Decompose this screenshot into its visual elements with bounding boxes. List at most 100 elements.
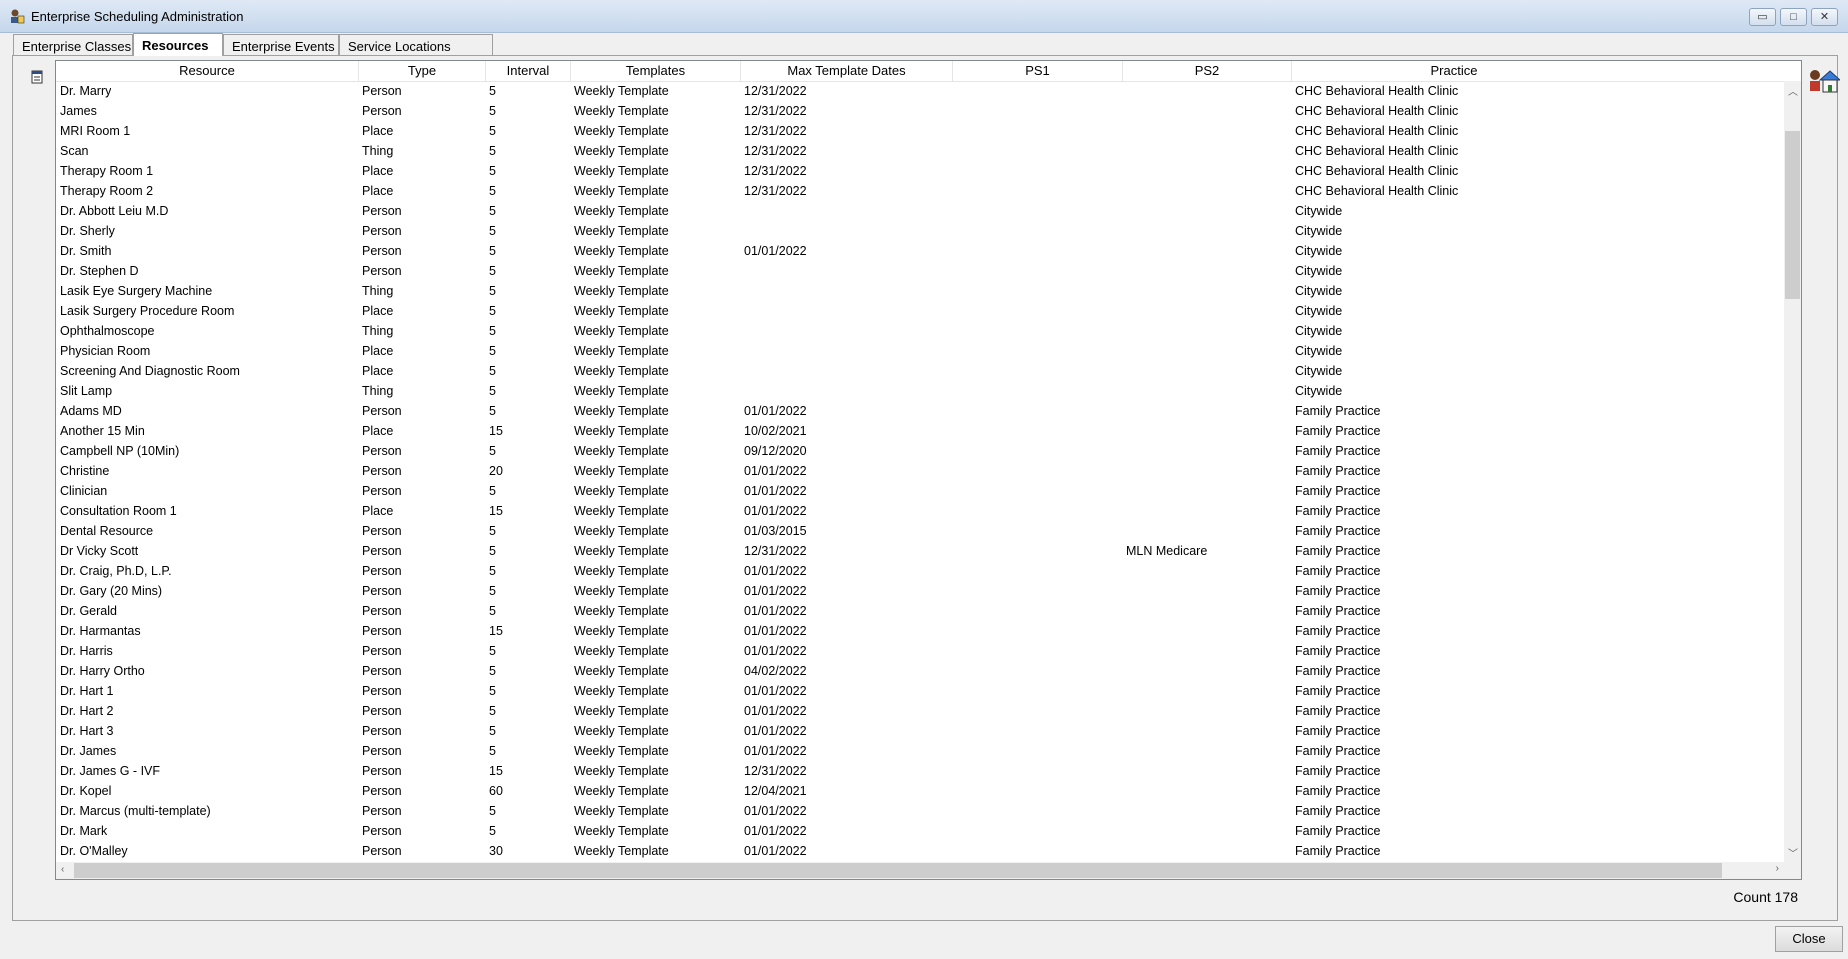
resources-grid[interactable]: Resource Type Interval Templates Max Tem… — [55, 60, 1802, 880]
table-row[interactable]: Dr. Marry Person 5 Weekly Template 12/31/202… — [56, 81, 1784, 101]
max-template-date-cell: 12/31/2022 — [744, 104, 807, 118]
table-row[interactable]: Therapy Room 1 Place 5 Weekly Template 12/31… — [56, 161, 1784, 181]
column-header-templates[interactable]: Templates — [571, 61, 741, 81]
table-row[interactable]: Dr. Hart 2 Person 5 Weekly Template 01/01/20… — [56, 701, 1784, 721]
practice-cell: Family Practice — [1295, 684, 1381, 698]
templates-cell: Weekly Template — [574, 124, 669, 138]
table-row[interactable]: Dr. O'Malley Person 30 Weekly Template 01/01… — [56, 841, 1784, 861]
scroll-left-icon[interactable]: ‹ — [61, 864, 64, 875]
table-row[interactable]: Dr. Smith Person 5 Weekly Template 01/01/202… — [56, 241, 1784, 261]
max-template-date-cell: 01/01/2022 — [744, 744, 807, 758]
table-row[interactable]: Dr. Hart 1 Person 5 Weekly Template 01/01/20… — [56, 681, 1784, 701]
table-row[interactable]: Consultation Room 1 Place 15 Weekly Templat… — [56, 501, 1784, 521]
scroll-right-icon[interactable]: › — [1776, 863, 1779, 874]
table-row[interactable]: Dr. Hart 3 Person 5 Weekly Template 01/01/20… — [56, 721, 1784, 741]
table-row[interactable]: Dr. Stephen D Person 5 Weekly Template Cityw… — [56, 261, 1784, 281]
tab-enterprise-classes[interactable]: Enterprise Classes — [13, 34, 133, 55]
table-row[interactable]: MRI Room 1 Place 5 Weekly Template 12/31/202… — [56, 121, 1784, 141]
table-row[interactable]: Lasik Surgery Procedure Room Place 5 Weekly… — [56, 301, 1784, 321]
table-row[interactable]: Christine Person 20 Weekly Template 01/01/20… — [56, 461, 1784, 481]
minimize-button[interactable]: ▭ — [1749, 8, 1776, 26]
table-row[interactable]: Therapy Room 2 Place 5 Weekly Template 12/31… — [56, 181, 1784, 201]
table-row[interactable]: Dr. James Person 5 Weekly Template 01/01/202… — [56, 741, 1784, 761]
type-cell: Person — [362, 264, 402, 278]
column-header-ps1[interactable]: PS1 — [953, 61, 1123, 81]
close-window-button[interactable]: ✕ — [1811, 8, 1838, 26]
table-row[interactable]: James Person 5 Weekly Template 12/31/2022 CHC… — [56, 101, 1784, 121]
resource-cell: Dr. Harry Ortho — [60, 664, 145, 678]
type-cell: Person — [362, 564, 402, 578]
table-row[interactable]: Dr. James G - IVF Person 15 Weekly Template… — [56, 761, 1784, 781]
horizontal-scrollbar[interactable]: ‹ › — [56, 862, 1784, 879]
table-row[interactable]: Adams MD Person 5 Weekly Template 01/01/2022… — [56, 401, 1784, 421]
table-row[interactable]: Campbell NP (10Min) Person 5 Weekly Templat… — [56, 441, 1784, 461]
column-header-interval[interactable]: Interval — [486, 61, 571, 81]
footer-bar — [0, 922, 1848, 959]
templates-cell: Weekly Template — [574, 764, 669, 778]
export-icon[interactable] — [29, 69, 45, 85]
scroll-down-icon[interactable]: ﹀ — [1788, 845, 1798, 860]
scroll-up-icon[interactable]: ︿ — [1788, 83, 1798, 98]
table-row[interactable]: Dr. Harris Person 5 Weekly Template 01/01/20… — [56, 641, 1784, 661]
column-header-type[interactable]: Type — [359, 61, 486, 81]
table-row[interactable]: Another 15 Min Place 15 Weekly Template 10/0… — [56, 421, 1784, 441]
type-cell: Person — [362, 484, 402, 498]
resource-cell: Dr. James G - IVF — [60, 764, 161, 778]
vertical-scroll-thumb[interactable] — [1785, 131, 1800, 299]
resource-cell: Dr. Hart 3 — [60, 724, 114, 738]
table-row[interactable]: Dr. Sherly Person 5 Weekly Template Citywide — [56, 221, 1784, 241]
table-row[interactable]: Lasik Eye Surgery Machine Thing 5 Weekly Te… — [56, 281, 1784, 301]
table-row[interactable]: Dr. Harmantas Person 15 Weekly Template 01/0… — [56, 621, 1784, 641]
type-cell: Person — [362, 624, 402, 638]
table-row[interactable]: Dr. Kopel Person 60 Weekly Template 12/04/20… — [56, 781, 1784, 801]
table-row[interactable]: Dr. Gary (20 Mins) Person 5 Weekly Template… — [56, 581, 1784, 601]
table-row[interactable]: Dr. Marcus (multi-template) Person 5 Weekly… — [56, 801, 1784, 821]
interval-cell: 5 — [489, 384, 496, 398]
table-row[interactable]: Ophthalmoscope Thing 5 Weekly Template Cityw… — [56, 321, 1784, 341]
vertical-scrollbar[interactable]: ︿ ﹀ — [1784, 81, 1801, 862]
practice-cell: CHC Behavioral Health Clinic — [1295, 144, 1459, 158]
tab-enterprise-events[interactable]: Enterprise Events — [223, 34, 339, 55]
maximize-button[interactable]: □ — [1780, 8, 1807, 26]
resource-cell: Scan — [60, 144, 89, 158]
type-cell: Person — [362, 444, 402, 458]
close-button[interactable]: Close — [1775, 926, 1843, 952]
table-row[interactable]: Screening And Diagnostic Room Place 5 Weekl… — [56, 361, 1784, 381]
table-row[interactable]: Physician Room Place 5 Weekly Template Cityw… — [56, 341, 1784, 361]
table-row[interactable]: Scan Thing 5 Weekly Template 12/31/2022 CHC B… — [56, 141, 1784, 161]
tab-resources[interactable]: Resources — [133, 33, 223, 56]
table-row[interactable]: Dr. Abbott Leiu M.D Person 5 Weekly Templat… — [56, 201, 1784, 221]
templates-cell: Weekly Template — [574, 624, 669, 638]
resource-cell: Screening And Diagnostic Room — [60, 364, 240, 378]
type-cell: Person — [362, 804, 402, 818]
column-header-practice[interactable]: Practice — [1292, 61, 1616, 81]
column-header-max-template-dates[interactable]: Max Template Dates — [741, 61, 953, 81]
type-cell: Person — [362, 664, 402, 678]
resource-cell: Consultation Room 1 — [60, 504, 177, 518]
interval-cell: 5 — [489, 684, 496, 698]
tab-service-locations[interactable]: Service Locations — [339, 34, 493, 55]
column-header-resource[interactable]: Resource — [56, 61, 359, 81]
table-row[interactable]: Slit Lamp Thing 5 Weekly Template Citywide — [56, 381, 1784, 401]
grid-rows: Dr. Marry Person 5 Weekly Template 12/31/202… — [56, 81, 1784, 861]
table-row[interactable]: Dr. Mark Person 5 Weekly Template 01/01/2022… — [56, 821, 1784, 841]
table-row[interactable]: Dr Vicky Scott Person 5 Weekly Template 12/3… — [56, 541, 1784, 561]
interval-cell: 5 — [489, 824, 496, 838]
type-cell: Person — [362, 84, 402, 98]
horizontal-scroll-thumb[interactable] — [74, 863, 1722, 878]
table-row[interactable]: Dr. Craig, Ph.D, L.P. Person 5 Weekly Templ… — [56, 561, 1784, 581]
interval-cell: 5 — [489, 704, 496, 718]
practice-cell: Family Practice — [1295, 744, 1381, 758]
column-header-ps2[interactable]: PS2 — [1123, 61, 1292, 81]
max-template-date-cell: 04/02/2022 — [744, 664, 807, 678]
templates-cell: Weekly Template — [574, 224, 669, 238]
resource-scheduling-icon[interactable] — [1806, 66, 1840, 98]
resource-cell: James — [60, 104, 97, 118]
templates-cell: Weekly Template — [574, 264, 669, 278]
table-row[interactable]: Dental Resource Person 5 Weekly Template 01/… — [56, 521, 1784, 541]
resource-cell: Slit Lamp — [60, 384, 113, 398]
scroll-corner — [1784, 862, 1801, 879]
table-row[interactable]: Dr. Harry Ortho Person 5 Weekly Template 04/… — [56, 661, 1784, 681]
table-row[interactable]: Clinician Person 5 Weekly Template 01/01/202… — [56, 481, 1784, 501]
table-row[interactable]: Dr. Gerald Person 5 Weekly Template 01/01/20… — [56, 601, 1784, 621]
